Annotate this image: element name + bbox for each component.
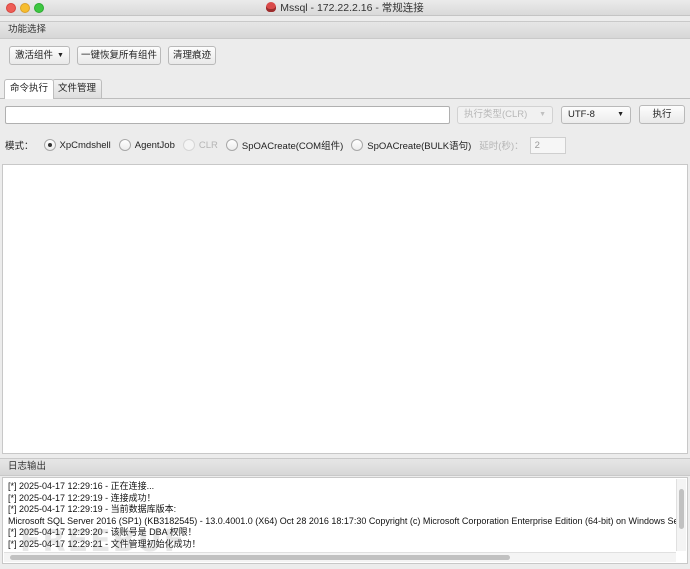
log-section-header: 日志输出 xyxy=(0,458,690,476)
title-bar: Mssql - 172.22.2.16 - 常规连接 xyxy=(0,0,690,16)
activate-component-button[interactable]: 激活组件 ▼ xyxy=(9,46,70,65)
log-output-area[interactable]: [*] 2025-04-17 12:29:16 - 正在连接... [*] 20… xyxy=(2,477,688,564)
log-line: [*] 2025-04-17 12:29:20 - 该账号是 DBA 权限！ xyxy=(8,527,197,537)
window-title: Mssql - 172.22.2.16 - 常规连接 xyxy=(280,2,424,14)
mode-spoacreate-bulk-label: SpOACreate(BULK语句) xyxy=(367,141,472,152)
radio-icon[interactable] xyxy=(225,139,238,151)
chevron-down-icon: ▼ xyxy=(57,52,64,59)
tab-command-execute[interactable]: 命令执行 xyxy=(4,79,55,99)
mode-label: 模式： xyxy=(5,141,34,152)
mode-row: 模式： XpCmdshell AgentJob CLR SpOACreate(C… xyxy=(5,136,566,154)
mode-xpcmdshell-option[interactable]: XpCmdshell xyxy=(43,139,111,151)
mode-agentjob-option[interactable]: AgentJob xyxy=(118,139,175,151)
scroll-thumb[interactable] xyxy=(679,489,684,529)
mode-agentjob-label: AgentJob xyxy=(134,139,175,151)
chevron-down-icon: ▼ xyxy=(617,111,624,118)
clear-traces-button[interactable]: 清理痕迹 xyxy=(168,46,216,65)
log-line: [*] 2025-04-17 12:29:21 - 文件管理初始化成功！ xyxy=(8,538,201,549)
exec-type-value: 执行类型(CLR) xyxy=(464,109,528,120)
delay-label: 延时(秒)： xyxy=(479,141,524,152)
restore-all-components-button[interactable]: 一键恢复所有组件 xyxy=(77,46,161,65)
log-line: [*] 2025-04-17 12:29:16 - 正在连接... xyxy=(8,481,155,491)
radio-icon[interactable] xyxy=(118,139,131,151)
log-line: Microsoft SQL Server 2016 (SP1) (KB31825… xyxy=(8,515,676,526)
command-input[interactable] xyxy=(5,106,450,124)
tab-file-manager[interactable]: 文件管理 xyxy=(52,79,103,98)
radio-disabled-icon xyxy=(182,139,195,151)
log-line: [*] 2025-04-17 12:29:19 - 连接成功！ xyxy=(8,492,156,503)
command-output-area[interactable] xyxy=(2,164,688,454)
mode-clr-option: CLR xyxy=(182,139,218,151)
execute-button[interactable]: 执行 xyxy=(639,105,685,124)
tab-panel-divider xyxy=(0,98,690,99)
encoding-select[interactable]: UTF-8 ▼ xyxy=(561,106,631,124)
mode-xpcmdshell-label: XpCmdshell xyxy=(59,139,111,151)
mssql-app-icon xyxy=(266,2,277,12)
window-title-wrap: Mssql - 172.22.2.16 - 常规连接 xyxy=(0,1,690,15)
log-lines: [*] 2025-04-17 12:29:16 - 正在连接... [*] 20… xyxy=(8,481,676,550)
radio-checked-icon[interactable] xyxy=(43,139,56,151)
function-section-header: 功能选择 xyxy=(0,21,690,39)
log-line: [*] 2025-04-17 12:29:19 - 当前数据库版本: xyxy=(8,504,177,514)
radio-icon[interactable] xyxy=(351,139,364,151)
exec-type-select: 执行类型(CLR) ▼ xyxy=(457,106,553,124)
chevron-down-icon: ▼ xyxy=(539,111,546,118)
mode-spoacreate-bulk-option[interactable]: SpOACreate(BULK语句) xyxy=(351,138,471,152)
log-horizontal-scrollbar[interactable] xyxy=(4,552,676,562)
delay-input: 2 xyxy=(529,136,566,154)
activate-component-label: 激活组件 xyxy=(15,50,54,61)
mode-spoacreate-com-label: SpOACreate(COM组件) xyxy=(241,141,344,152)
mode-clr-label: CLR xyxy=(198,139,218,151)
mode-spoacreate-com-option[interactable]: SpOACreate(COM组件) xyxy=(225,138,344,152)
scroll-thumb[interactable] xyxy=(10,555,510,560)
encoding-value: UTF-8 xyxy=(568,109,595,120)
log-vertical-scrollbar[interactable] xyxy=(676,479,686,551)
